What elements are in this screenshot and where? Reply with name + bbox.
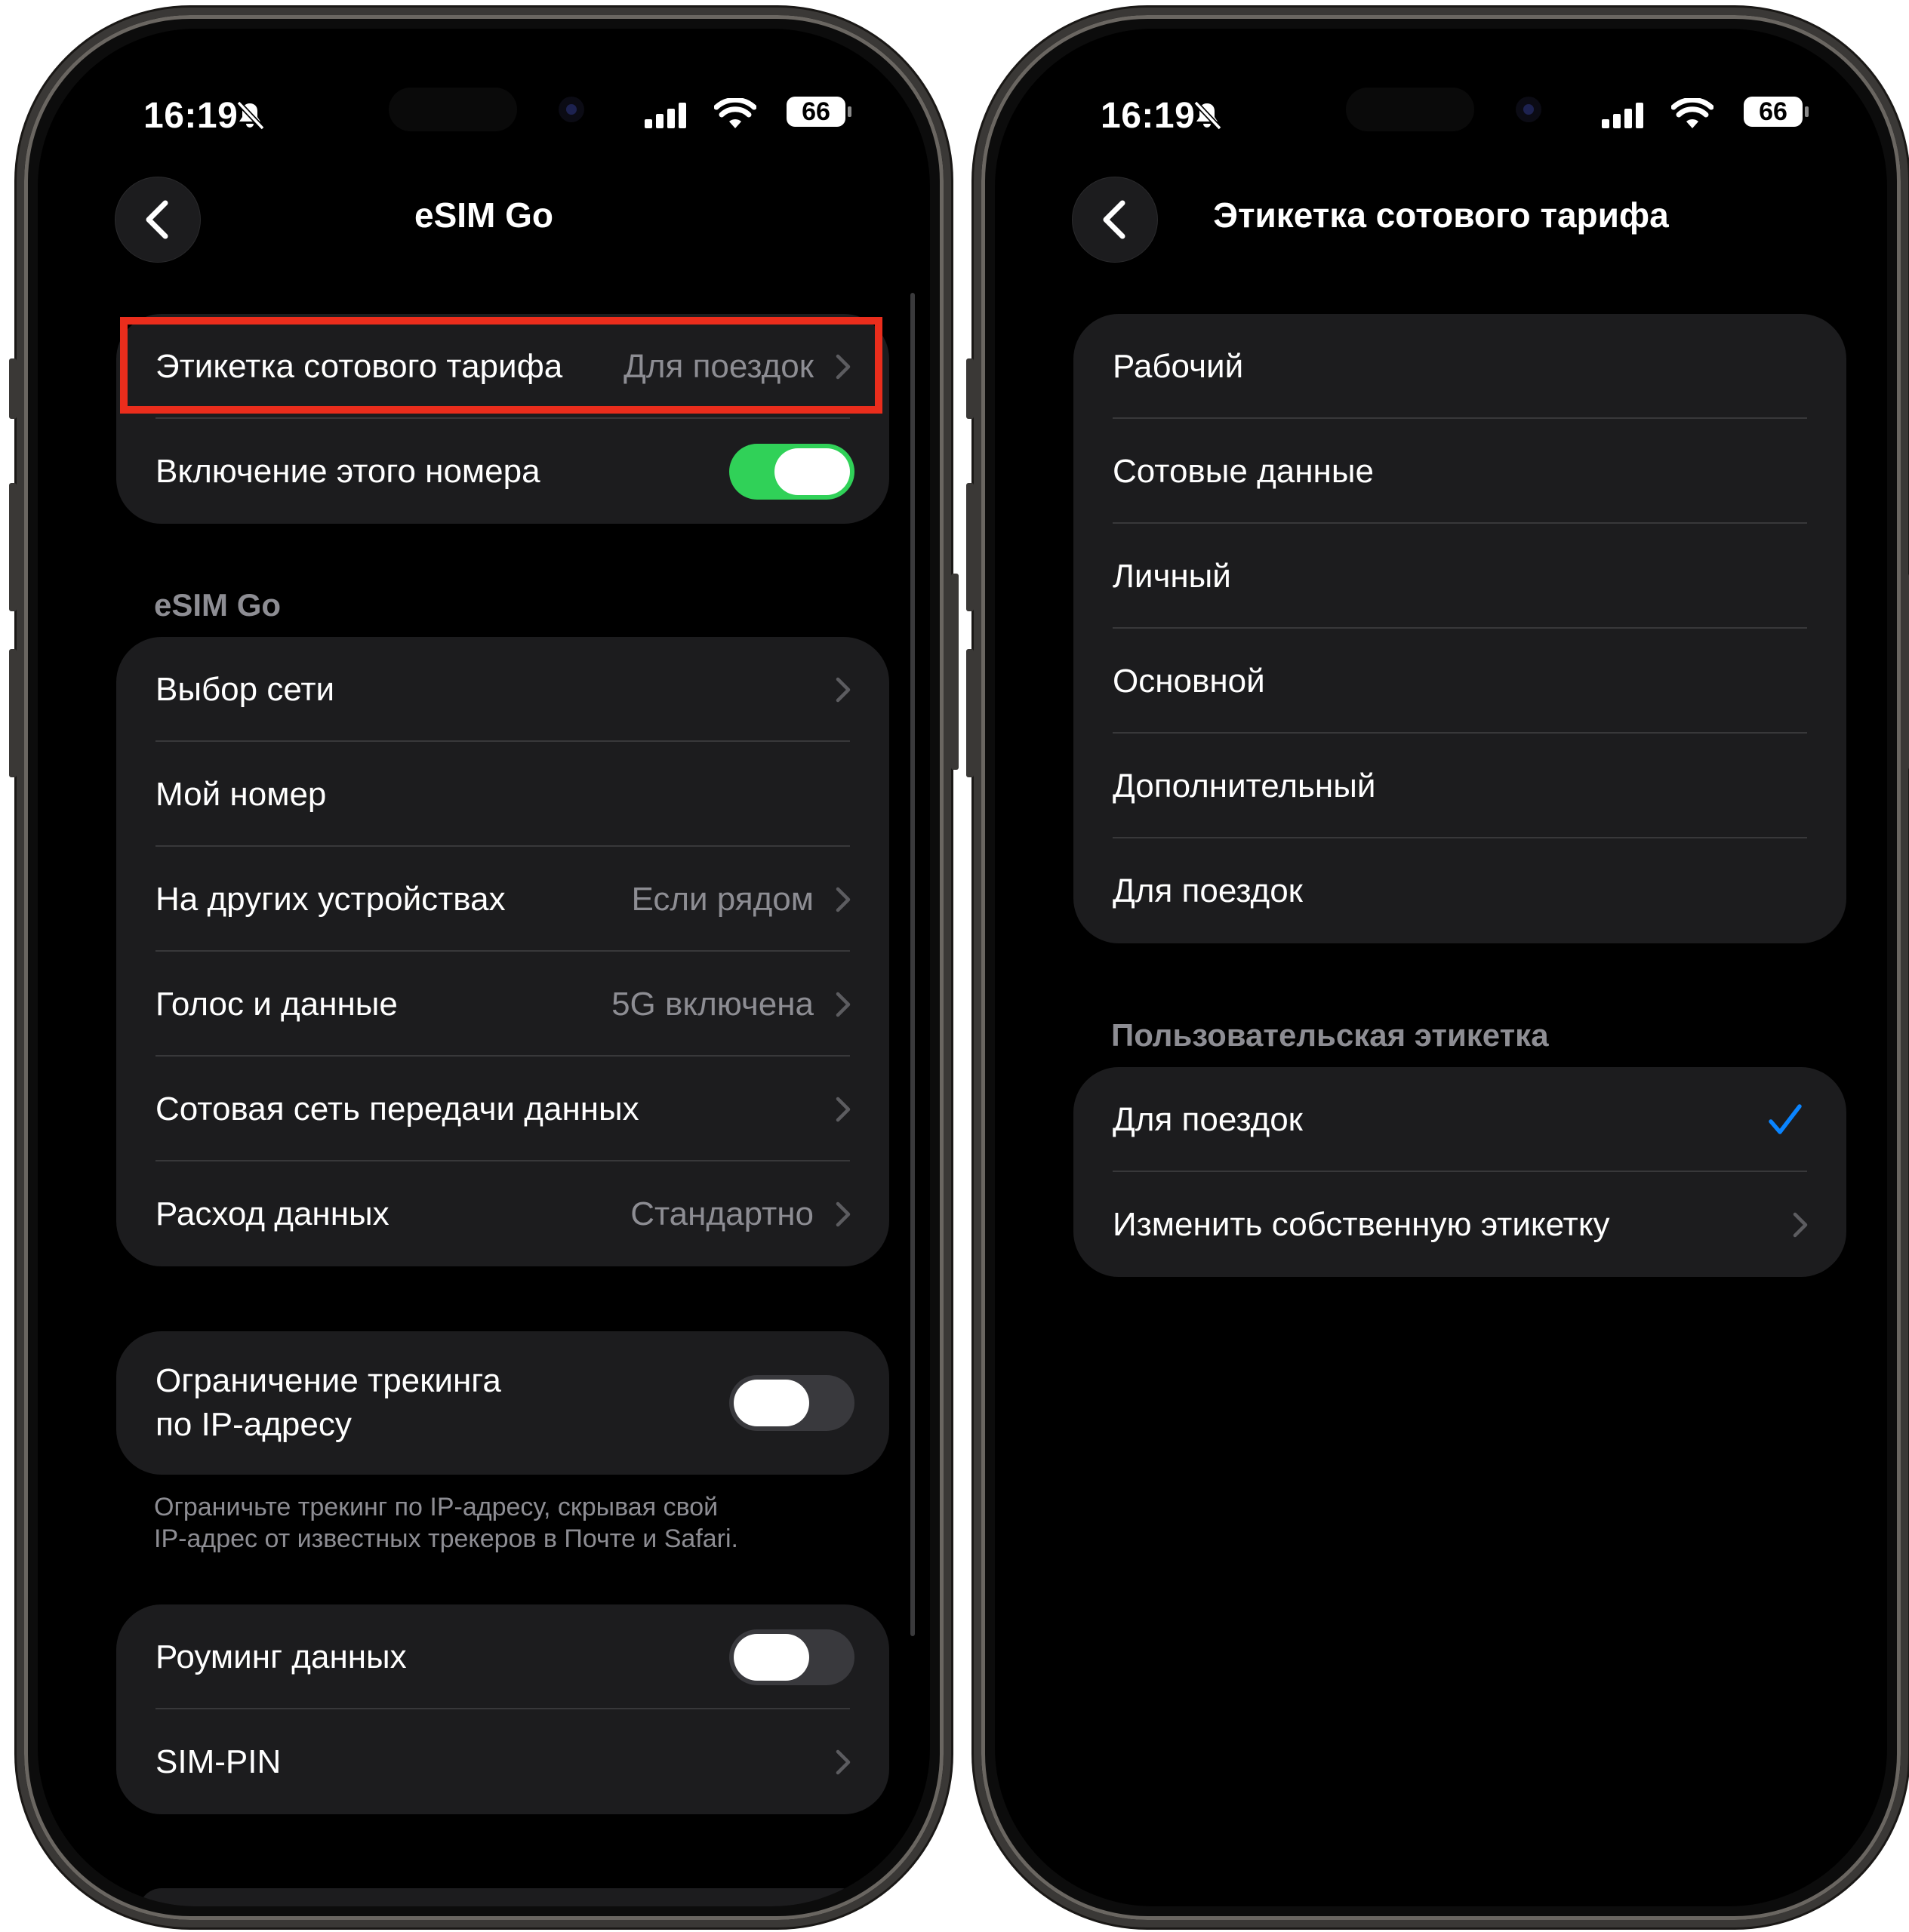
checkmark-icon bbox=[1769, 1103, 1802, 1134]
wifi-icon bbox=[714, 98, 756, 128]
toggle-knob bbox=[774, 448, 850, 495]
preset-labels-group: Рабочий Сотовые данные Личный Основной Д… bbox=[1073, 314, 1846, 943]
right-phone-frame: 16:19 66 Этикетка сотового тарифа Рабочи… bbox=[966, 8, 1909, 1927]
cellular-signal-icon bbox=[645, 103, 686, 128]
right-screen: 16:19 66 Этикетка сотового тарифа Рабочи… bbox=[995, 29, 1887, 1906]
edit-custom-label-row[interactable]: Изменить собственную этикетку bbox=[1073, 1172, 1846, 1277]
option-label: Сотовые данные bbox=[1113, 452, 1374, 490]
row-label: На других устройствах bbox=[155, 880, 506, 918]
row-label: Ограничение трекинга по IP-адресу bbox=[155, 1359, 501, 1447]
row-network-selection[interactable]: Выбор сети bbox=[116, 637, 889, 742]
row-value: Стандартно bbox=[630, 1195, 814, 1232]
roaming-group: Роуминг данных SIM-PIN bbox=[116, 1604, 889, 1814]
label-option-travel[interactable]: Для поездок bbox=[1073, 838, 1846, 943]
chevron-right-icon bbox=[1793, 1212, 1808, 1237]
toggle-knob bbox=[734, 1633, 809, 1681]
left-phone-frame: 16:19 66 eSIM Go Этикетка сотового тариф… bbox=[9, 8, 959, 1927]
option-label: Основной bbox=[1113, 662, 1265, 700]
option-label: Дополнительный bbox=[1113, 767, 1376, 804]
cellular-signal-icon bbox=[1602, 103, 1643, 128]
ip-tracking-footnote: Ограничьте трекинг по IP-адресу, скрывая… bbox=[154, 1491, 833, 1555]
footnote-line1: Ограничьте трекинг по IP-адресу, скрывая… bbox=[154, 1493, 719, 1521]
row-label-line1: Ограничение трекинга bbox=[155, 1362, 501, 1399]
option-label: Рабочий bbox=[1113, 347, 1244, 385]
page-title: eSIM Go bbox=[414, 195, 554, 235]
data-roaming-toggle[interactable] bbox=[729, 1629, 854, 1685]
battery-icon: 66 bbox=[787, 97, 845, 127]
island-pill bbox=[1346, 88, 1474, 131]
option-label: Для поездок bbox=[1113, 872, 1303, 909]
row-label: Сотовая сеть передачи данных bbox=[155, 1090, 639, 1128]
row-label: Включение этого номера bbox=[155, 452, 540, 490]
front-camera bbox=[559, 97, 584, 122]
row-label-line2: по IP-адресу bbox=[155, 1406, 352, 1443]
row-value: Если рядом bbox=[631, 880, 814, 918]
volume-down-button bbox=[966, 649, 974, 777]
label-option-secondary[interactable]: Дополнительный bbox=[1073, 734, 1846, 838]
section-title-custom-label: Пользовательская этикетка bbox=[1111, 1017, 1549, 1053]
row-voice-data[interactable]: Голос и данные 5G включена bbox=[116, 952, 889, 1057]
bell-slash-icon bbox=[1193, 100, 1222, 131]
chevron-right-icon bbox=[836, 887, 851, 912]
option-label: Личный bbox=[1113, 557, 1231, 595]
esim-settings-group: Выбор сети Мой номер На других устройств… bbox=[116, 637, 889, 1266]
row-label: Выбор сети bbox=[155, 670, 335, 708]
row-label: Мой номер bbox=[155, 775, 327, 813]
option-label: Для поездок bbox=[1113, 1100, 1303, 1138]
scrollbar[interactable] bbox=[910, 293, 915, 1636]
row-value: 5G включена bbox=[611, 985, 814, 1023]
wifi-icon bbox=[1671, 98, 1713, 128]
ip-tracking-toggle[interactable] bbox=[729, 1375, 854, 1431]
label-option-cellular-data[interactable]: Сотовые данные bbox=[1073, 419, 1846, 524]
row-other-devices[interactable]: На других устройствах Если рядом bbox=[116, 847, 889, 952]
row-enable-number: Включение этого номера bbox=[116, 419, 889, 524]
island-pill bbox=[389, 88, 517, 131]
bell-slash-icon bbox=[236, 100, 265, 131]
row-sim-pin[interactable]: SIM-PIN bbox=[116, 1709, 889, 1814]
battery-icon: 66 bbox=[1744, 97, 1803, 127]
highlight-box bbox=[120, 317, 882, 414]
volume-up-button bbox=[9, 483, 17, 611]
row-my-number[interactable]: Мой номер bbox=[116, 742, 889, 847]
battery-tip bbox=[848, 106, 851, 117]
toggle-knob bbox=[734, 1380, 809, 1426]
page-title: Этикетка сотового тарифа bbox=[1213, 195, 1669, 235]
custom-label-travel[interactable]: Для поездок bbox=[1073, 1067, 1846, 1172]
front-camera bbox=[1516, 97, 1541, 122]
status-time: 16:19 bbox=[143, 96, 239, 136]
row-label: Голос и данные bbox=[155, 985, 398, 1023]
next-group-peek bbox=[139, 1888, 864, 1906]
row-label: Расход данных bbox=[155, 1195, 389, 1232]
row-label: Роуминг данных bbox=[155, 1638, 407, 1675]
dynamic-island bbox=[389, 88, 593, 133]
chevron-right-icon bbox=[836, 992, 851, 1017]
battery-tip bbox=[1805, 106, 1809, 117]
footnote-line2: IP-адрес от известных трекеров в Почте и… bbox=[154, 1524, 738, 1553]
chevron-right-icon bbox=[836, 1097, 851, 1121]
status-time: 16:19 bbox=[1101, 96, 1196, 136]
option-label: Изменить собственную этикетку bbox=[1113, 1205, 1610, 1243]
enable-number-toggle[interactable] bbox=[729, 443, 854, 500]
label-option-primary[interactable]: Основной bbox=[1073, 629, 1846, 734]
custom-label-group: Для поездок Изменить собственную этикетк… bbox=[1073, 1067, 1846, 1277]
action-button bbox=[966, 358, 974, 419]
row-label: SIM-PIN bbox=[155, 1743, 282, 1780]
action-button bbox=[9, 358, 17, 419]
dynamic-island bbox=[1346, 88, 1550, 133]
row-ip-tracking: Ограничение трекинга по IP-адресу bbox=[116, 1331, 889, 1475]
volume-down-button bbox=[9, 649, 17, 777]
label-option-work[interactable]: Рабочий bbox=[1073, 314, 1846, 419]
row-data-roaming: Роуминг данных bbox=[116, 1604, 889, 1709]
row-cellular-data-network[interactable]: Сотовая сеть передачи данных bbox=[116, 1057, 889, 1161]
ip-tracking-group: Ограничение трекинга по IP-адресу bbox=[116, 1331, 889, 1475]
chevron-right-icon bbox=[836, 1201, 851, 1226]
left-screen: 16:19 66 eSIM Go Этикетка сотового тариф… bbox=[38, 29, 930, 1906]
chevron-right-icon bbox=[836, 1749, 851, 1774]
chevron-right-icon bbox=[836, 677, 851, 702]
volume-up-button bbox=[966, 483, 974, 611]
label-option-personal[interactable]: Личный bbox=[1073, 524, 1846, 629]
section-title-esim: eSIM Go bbox=[154, 587, 282, 623]
power-button bbox=[951, 574, 959, 770]
row-data-mode[interactable]: Расход данных Стандартно bbox=[116, 1161, 889, 1266]
